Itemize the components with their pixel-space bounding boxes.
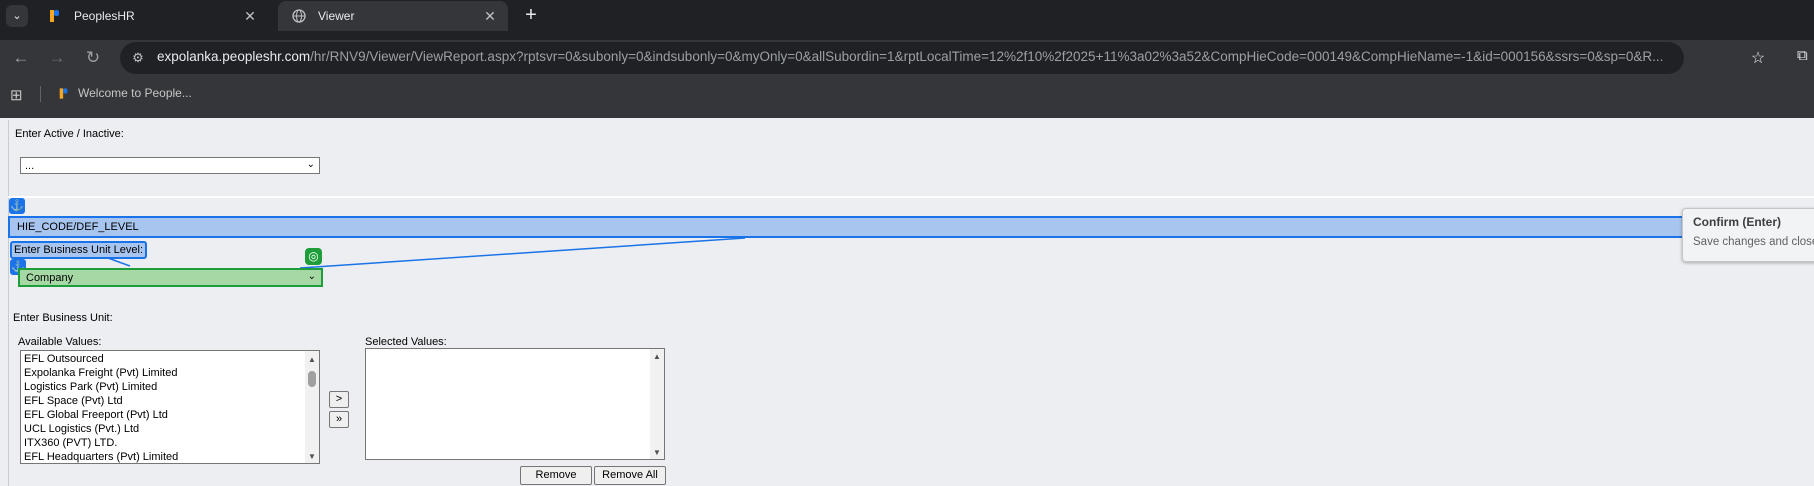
confirm-tooltip: Confirm (Enter) Save changes and close [1682, 208, 1814, 262]
selected-values-list[interactable]: ▲ ▼ [365, 348, 665, 460]
scroll-down-arrow-icon[interactable]: ▼ [308, 452, 316, 461]
list-item[interactable]: Logistics Park (Pvt) Limited [21, 380, 319, 394]
move-selected-button[interactable]: > [329, 391, 349, 408]
list-item[interactable]: EFL Outsourced [21, 352, 319, 366]
scrollbar-thumb[interactable] [308, 371, 316, 387]
list-item[interactable]: EFL Space (Pvt) Ltd [21, 394, 319, 408]
tooltip-title: Confirm (Enter) [1693, 215, 1781, 229]
scroll-down-arrow-icon[interactable]: ▼ [653, 448, 661, 457]
remove-all-button[interactable]: Remove All [594, 466, 666, 485]
available-values-list[interactable]: EFL Outsourced Expolanka Freight (Pvt) Li… [20, 350, 320, 464]
scrollbar[interactable]: ▲ ▼ [305, 351, 319, 463]
list-item[interactable]: ITX360 (PVT) LTD. [21, 436, 319, 450]
scroll-up-arrow-icon[interactable]: ▲ [308, 355, 316, 364]
tooltip-subtitle: Save changes and close [1693, 236, 1814, 248]
list-item[interactable]: EFL Global Freeport (Pvt) Ltd [21, 408, 319, 422]
remove-button[interactable]: Remove [520, 466, 592, 485]
chevron-down-icon: ⌄ [307, 271, 316, 282]
list-item[interactable]: Expolanka Freight (Pvt) Limited [21, 366, 319, 380]
selected-values-label: Selected Values: [365, 336, 447, 348]
business-unit-label: Enter Business Unit: [13, 312, 113, 324]
scroll-up-arrow-icon[interactable]: ▲ [653, 352, 661, 361]
scrollbar[interactable]: ▲ ▼ [650, 349, 664, 459]
available-values-label: Available Values: [18, 336, 102, 348]
list-item[interactable]: EFL Headquarters (Pvt) Limited [21, 450, 319, 463]
list-item[interactable]: UCL Logistics (Pvt.) Ltd [21, 422, 319, 436]
business-unit-level-select[interactable]: Company ⌄ [18, 268, 323, 287]
move-all-button[interactable]: » [329, 411, 349, 428]
business-unit-level-value: Company [26, 271, 74, 284]
